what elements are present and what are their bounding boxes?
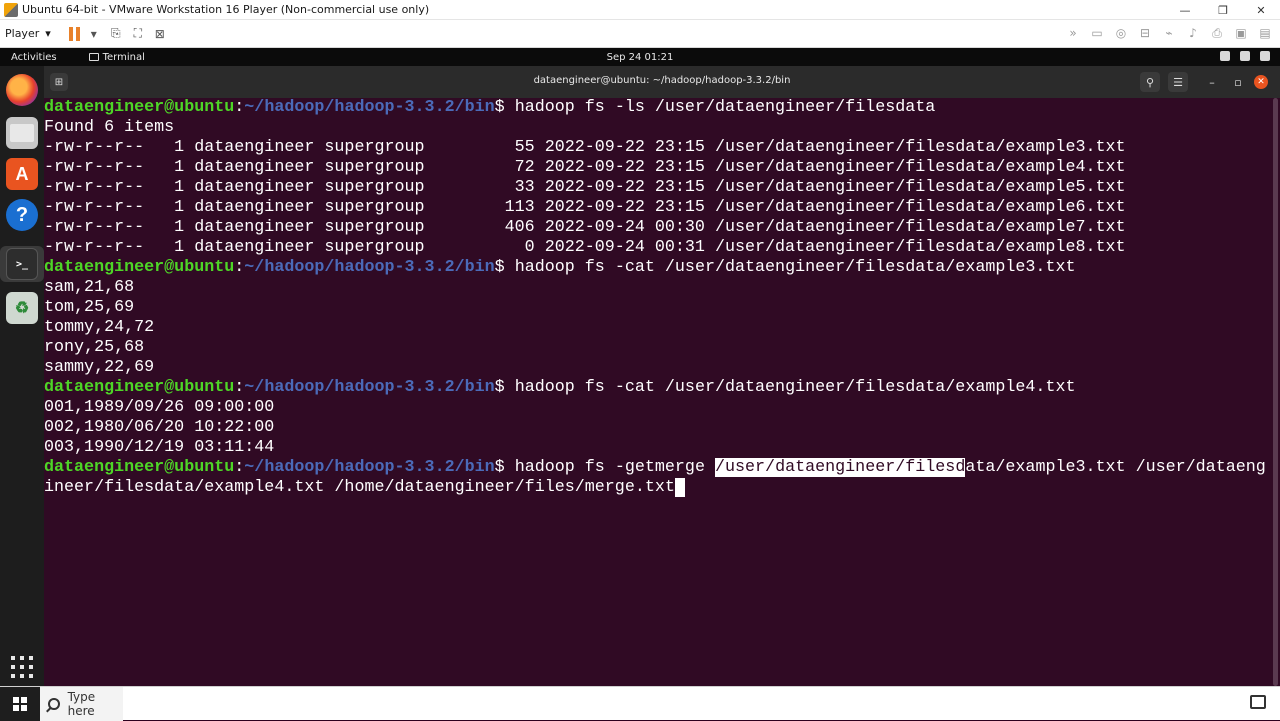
terminal-app-icon <box>88 53 99 61</box>
output-line: 003,1990/12/19 03:11:44 <box>44 438 275 457</box>
system-tray[interactable] <box>1220 51 1270 61</box>
ls-row: -rw-r--r-- 1 dataengineer supergroup 33 … <box>44 178 1126 197</box>
hard-disk-icon[interactable]: ▭ <box>1088 24 1106 42</box>
vmware-titlebar: Ubuntu 64-bit - VMware Workstation 16 Pl… <box>0 0 1280 20</box>
ubuntu-top-bar: Activities Terminal Sep 24 01:21 <box>0 48 1280 66</box>
player-menu-label: Player <box>5 27 40 40</box>
network-adapter-icon[interactable]: ⊟ <box>1136 24 1154 42</box>
pause-vm-button[interactable] <box>68 26 81 41</box>
volume-icon <box>1240 51 1250 61</box>
clock[interactable]: Sep 24 01:21 <box>0 52 1280 63</box>
trash-icon[interactable]: ♻ <box>6 292 38 324</box>
start-button[interactable] <box>0 686 40 721</box>
usb-controller-icon[interactable]: ⌁ <box>1160 24 1178 42</box>
message-log-icon[interactable]: ▤ <box>1256 24 1274 42</box>
ls-row: -rw-r--r-- 1 dataengineer supergroup 55 … <box>44 138 1126 157</box>
close-terminal-button[interactable]: ✕ <box>1254 75 1268 89</box>
output-line: sam,21,68 <box>44 278 135 297</box>
power-icon <box>1260 51 1270 61</box>
unity-mode-icon[interactable]: ⊠ <box>151 25 169 43</box>
terminal-dock-icon[interactable]: >_ <box>6 248 38 280</box>
show-applications-icon[interactable] <box>11 656 33 678</box>
output-line: tommy,24,72 <box>44 318 155 337</box>
output-line: sammy,22,69 <box>44 358 155 377</box>
ls-row: -rw-r--r-- 1 dataengineer supergroup 406… <box>44 218 1126 237</box>
restore-window-button[interactable]: ❐ <box>1204 0 1242 20</box>
command-text: hadoop fs -cat /user/dataengineer/filesd… <box>514 378 1076 397</box>
output-line: tom,25,69 <box>44 298 135 317</box>
output-line: 002,1980/06/20 10:22:00 <box>44 418 275 437</box>
prompt-line: dataengineer@ubuntu:~/hadoop/hadoop-3.3.… <box>44 458 1266 477</box>
terminal-scrollbar[interactable] <box>1270 98 1280 686</box>
ls-row: -rw-r--r-- 1 dataengineer supergroup 0 2… <box>44 238 1126 257</box>
app-menu[interactable]: Terminal <box>88 51 145 63</box>
firefox-icon[interactable] <box>6 74 38 106</box>
terminal-output[interactable]: dataengineer@ubuntu:~/hadoop/hadoop-3.3.… <box>44 98 1270 686</box>
close-window-button[interactable]: ✕ <box>1242 0 1280 20</box>
output-line: rony,25,68 <box>44 338 145 357</box>
windows-logo-icon <box>13 696 27 711</box>
help-icon[interactable]: ? <box>6 199 38 231</box>
command-continuation: ineer/filesdata/example4.txt /home/datae… <box>44 478 1270 498</box>
command-text: hadoop fs -getmerge <box>514 458 715 477</box>
sound-card-icon[interactable]: ♪ <box>1184 24 1202 42</box>
ls-row: -rw-r--r-- 1 dataengineer supergroup 72 … <box>44 158 1126 177</box>
printer-icon[interactable]: ⎙ <box>1208 24 1226 42</box>
hamburger-menu-icon[interactable]: ☰ <box>1168 72 1188 92</box>
vmware-toolbar: Player ▾ ▾ ⎘ ⛶ ⊠ » ▭ ◎ ⊟ ⌁ ♪ ⎙ ▣ ▤ <box>0 20 1280 48</box>
maximize-terminal-button[interactable]: ▫ <box>1228 72 1248 92</box>
fit-guest-icon[interactable]: ⛶ <box>129 25 147 43</box>
software-center-icon[interactable]: A <box>6 158 38 190</box>
search-placeholder: Type here <box>67 689 96 718</box>
vmware-logo-icon <box>4 2 18 17</box>
ls-row: -rw-r--r-- 1 dataengineer supergroup 113… <box>44 198 1126 217</box>
cd-rom-icon[interactable]: ◎ <box>1112 24 1130 42</box>
ubuntu-dock: A ? >_ ♻ <box>0 66 44 686</box>
dropdown-arrow-icon[interactable]: ▾ <box>85 25 103 43</box>
windows-taskbar: Type here <box>0 686 1280 721</box>
minimize-terminal-button[interactable]: – <box>1202 72 1222 92</box>
output-line: 001,1989/09/26 09:00:00 <box>44 398 275 417</box>
command-text: hadoop fs -cat /user/dataengineer/filesd… <box>514 258 1076 277</box>
taskbar-search[interactable]: Type here <box>40 686 123 721</box>
scrollbar-thumb[interactable] <box>1273 98 1278 686</box>
notification-center-icon[interactable] <box>1250 695 1266 709</box>
network-icon <box>1220 51 1230 61</box>
selected-text: /user/dataengineer/filesd <box>714 458 966 477</box>
command-text: hadoop fs -ls /user/dataengineer/filesda… <box>514 98 936 117</box>
window-controls: — ❐ ✕ <box>1166 0 1280 20</box>
prompt-line: dataengineer@ubuntu:~/hadoop/hadoop-3.3.… <box>44 378 1076 397</box>
files-icon[interactable] <box>6 117 38 149</box>
prompt-line: dataengineer@ubuntu:~/hadoop/hadoop-3.3.… <box>44 258 1076 277</box>
app-menu-label: Terminal <box>102 51 145 63</box>
activities-button[interactable]: Activities <box>11 52 57 63</box>
search-icon[interactable]: ⚲ <box>1140 72 1160 92</box>
terminal-title: dataengineer@ubuntu: ~/hadoop/hadoop-3.3… <box>533 75 791 86</box>
text-cursor <box>674 478 685 497</box>
terminal-header-bar: ⊞ dataengineer@ubuntu: ~/hadoop/hadoop-3… <box>44 66 1280 98</box>
expand-devices-icon[interactable]: » <box>1064 24 1082 42</box>
device-status-icons: » ▭ ◎ ⊟ ⌁ ♪ ⎙ ▣ ▤ <box>1060 24 1274 42</box>
command-text: ata/example3.txt /user/dataeng <box>965 458 1266 477</box>
search-icon <box>48 697 60 710</box>
prompt-line: dataengineer@ubuntu:~/hadoop/hadoop-3.3.… <box>44 98 936 117</box>
chevron-down-icon: ▾ <box>45 27 51 40</box>
display-icon[interactable]: ▣ <box>1232 24 1250 42</box>
send-ctrl-alt-del-icon[interactable]: ⎘ <box>107 25 125 43</box>
player-menu[interactable]: Player ▾ <box>5 27 51 40</box>
minimize-window-button[interactable]: — <box>1166 0 1204 20</box>
window-title: Ubuntu 64-bit - VMware Workstation 16 Pl… <box>22 3 430 16</box>
output-line: Found 6 items <box>44 118 175 137</box>
